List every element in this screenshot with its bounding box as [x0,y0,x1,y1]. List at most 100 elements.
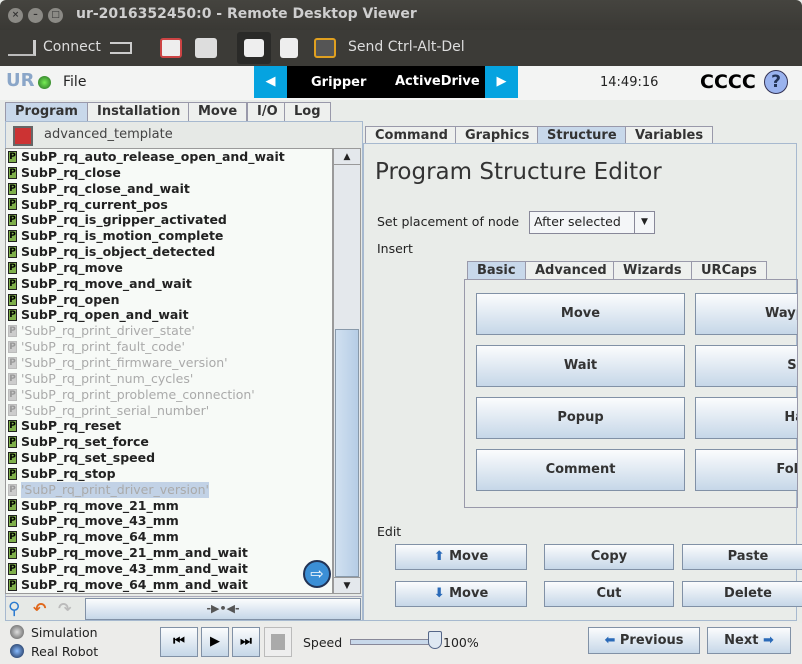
list-item[interactable]: P 'SubP_rq_print_serial_number' [6,403,332,419]
list-item[interactable]: P SubP_rq_move_21_mm_and_wait [6,545,332,561]
subprogram-icon: P [8,515,17,528]
list-item-label: SubP_rq_is_gripper_activated [21,212,227,228]
copy-button[interactable]: Copy [544,544,674,570]
list-item[interactable]: P SubP_rq_move_64_mm_and_wait [6,577,332,593]
close-icon[interactable]: × [8,8,23,23]
list-item-label: 'SubP_rq_print_serial_number' [21,402,210,418]
insert-waypoint-button[interactable]: Waypoint [695,293,797,335]
list-item[interactable]: P SubP_rq_is_motion_complete [6,228,332,244]
file-menu[interactable]: File [63,74,86,90]
program-tree-scrollbar[interactable]: ▲ ▼ [333,148,361,594]
search-icon[interactable]: ⚲ [8,599,28,619]
list-item[interactable]: P SubP_rq_current_pos [6,197,332,213]
tab-installation[interactable]: Installation [87,102,191,121]
insert-popup-button[interactable]: Popup [476,397,685,439]
delete-button[interactable]: Delete [682,581,802,607]
minimize-icon[interactable]: – [28,8,43,23]
tab-move[interactable]: Move [188,102,248,121]
previous-label: Previous [619,633,684,648]
insert-set-button[interactable]: Set [695,345,797,387]
screenshot-icon[interactable] [195,38,217,58]
list-item[interactable]: P SubP_rq_move [6,260,332,276]
list-item-label: 'SubP_rq_print_probleme_connection' [21,386,255,402]
nav-activedrive[interactable]: ActiveDrive [395,74,480,89]
subprogram-icon: P [8,325,17,338]
list-item-label: SubP_rq_set_speed [21,450,156,466]
connect-button[interactable]: Connect [43,39,101,55]
list-item[interactable]: P SubP_rq_set_force [6,434,332,450]
insert-halt-button[interactable]: Halt [695,397,797,439]
save-icon[interactable] [13,126,33,146]
program-tree[interactable]: P SubP_rq_auto_release_open_and_wait P SubP… [5,148,333,594]
tab-log[interactable]: Log [284,102,331,121]
list-item[interactable]: P SubP_rq_is_gripper_activated [6,212,332,228]
list-item[interactable]: P SubP_rq_is_object_detected [6,244,332,260]
arrow-right-icon[interactable]: ⇨ [303,560,331,588]
list-item[interactable]: P 'SubP_rq_print_fault_code' [6,339,332,355]
subprogram-icon: P [8,404,17,417]
list-item[interactable]: P SubP_rq_move_and_wait [6,276,332,292]
cut-button[interactable]: Cut [544,581,674,607]
lock-icon[interactable] [280,38,298,58]
list-item[interactable]: P SubP_rq_reset [6,418,332,434]
list-item[interactable]: P 'SubP_rq_print_num_cycles' [6,371,332,387]
list-item[interactable]: P SubP_rq_set_speed [6,450,332,466]
disconnect-icon[interactable] [110,42,132,54]
nav-left-button[interactable]: ◀ [254,66,287,98]
rewind-button[interactable]: ⏮ [160,627,198,657]
placement-dropdown[interactable]: After selected ▼ [529,211,655,234]
scale-toggle[interactable] [237,32,271,64]
help-button[interactable]: ? [764,70,788,94]
expand-collapse-handle[interactable]: -▶•◀- [85,598,361,620]
paste-button[interactable]: Paste [682,544,802,570]
list-item[interactable]: P 'SubP_rq_print_firmware_version' [6,355,332,371]
simulation-radio[interactable] [10,625,24,639]
insert-move-button[interactable]: Move [476,293,685,335]
redo-icon[interactable]: ↷ [58,599,78,619]
tab-urcaps[interactable]: URCaps [691,261,767,280]
nav-gripper[interactable]: Gripper [311,75,366,90]
tab-basic[interactable]: Basic [467,261,526,280]
list-item[interactable]: P SubP_rq_stop [6,466,332,482]
list-item[interactable]: P SubP_rq_move_43_mm [6,513,332,529]
tab-program[interactable]: Program [5,102,88,121]
previous-button[interactable]: ⬅ Previous [588,627,700,654]
send-ctrl-alt-del-button[interactable]: Send Ctrl-Alt-Del [348,39,465,55]
move-down-button[interactable]: ⬇ Move [395,581,527,607]
scroll-up-button[interactable]: ▲ [334,149,360,165]
insert-wait-button[interactable]: Wait [476,345,685,387]
insert-folder-button[interactable]: Folder [695,449,797,491]
stop-button[interactable] [264,627,292,657]
toolbar-nav: Gripper ActiveDrive [287,66,485,98]
list-item[interactable]: P SubP_rq_move_21_mm [6,498,332,514]
insert-comment-button[interactable]: Comment [476,449,685,491]
list-item[interactable]: P SubP_rq_auto_release_open_and_wait [6,149,332,165]
list-item-label: SubP_rq_auto_release_open_and_wait [21,149,285,164]
list-item[interactable]: P SubP_rq_open [6,292,332,308]
speed-slider[interactable] [350,639,435,645]
list-item[interactable]: P 'SubP_rq_print_probleme_connection' [6,387,332,403]
list-item[interactable]: P SubP_rq_open_and_wait [6,307,332,323]
undo-icon[interactable]: ↶ [33,599,53,619]
list-item[interactable]: P SubP_rq_close_and_wait [6,181,332,197]
scroll-down-button[interactable]: ▼ [334,577,360,593]
step-button[interactable]: ⏭ [232,627,260,657]
list-item[interactable]: P SubP_rq_move_43_mm_and_wait [6,561,332,577]
fullscreen-icon[interactable] [160,38,182,58]
nav-right-button[interactable]: ▶ [485,66,518,98]
tab-wizards[interactable]: Wizards [613,261,692,280]
real-robot-radio[interactable] [10,644,24,658]
subprogram-icon: P [8,547,17,560]
speed-slider-handle[interactable] [428,631,442,649]
tab-io[interactable]: I/O [247,102,288,121]
scroll-thumb[interactable] [335,329,359,577]
play-button[interactable]: ▶ [201,627,229,657]
tab-advanced[interactable]: Advanced [525,261,617,280]
list-item[interactable]: P 'SubP_rq_print_driver_state' [6,323,332,339]
maximize-icon[interactable]: □ [48,8,63,23]
move-up-button[interactable]: ⬆ Move [395,544,527,570]
list-item[interactable]: P SubP_rq_close [6,165,332,181]
list-item[interactable]: P SubP_rq_move_64_mm [6,529,332,545]
next-button[interactable]: Next ➡ [707,627,791,654]
list-item[interactable]: P 'SubP_rq_print_driver_version' [6,481,332,498]
